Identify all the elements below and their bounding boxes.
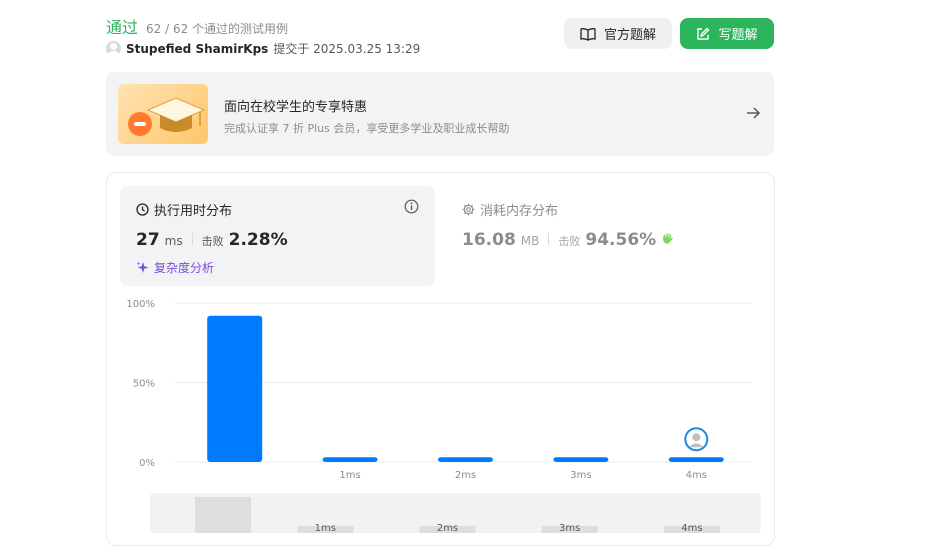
divider [191,233,193,245]
sparkle-icon [136,261,149,273]
runtime-tab-label: 执行用时分布 [154,204,233,219]
chart-overview-scrollbar[interactable]: 1ms 2ms 3ms 4ms [150,493,761,534]
status-title: 通过 [106,18,139,37]
runtime-beat-label: 击败 [201,235,224,248]
runtime-tab-header: 执行用时分布 [136,200,232,219]
runtime-distribution-chart[interactable]: 0% 50% 100% 1ms 2ms 3ms 4ms [107,291,775,491]
complexity-analysis-link[interactable]: 复杂度分析 [136,259,214,276]
runtime-beat-percent: 2.28% [228,230,288,250]
avatar[interactable] [106,41,121,56]
memory-unit: MB [520,234,540,248]
submission-status: 通过 62 / 62 个通过的测试用例 [106,14,288,38]
chart-y-axis: 0% 50% 100% [126,299,155,469]
book-icon [580,27,596,41]
memory-tab-header: 消耗内存分布 [462,200,558,219]
avatar-head [692,433,701,442]
overview-window-handle[interactable] [195,497,251,533]
memory-beat-percent: 94.56% [585,230,657,250]
x-tick-label: 3ms [570,470,591,481]
x-tick-label: 4ms [686,470,707,481]
official-solution-label: 官方题解 [603,28,656,43]
memory-beat-label: 击败 [558,235,581,248]
x-tick-label: 2ms [455,470,476,481]
info-icon[interactable] [404,199,419,214]
promo-subtitle: 完成认证享 7 折 Plus 会员，享受更多学业及职业成长帮助 [224,122,510,135]
memory-metrics: 16.08 MB 击败 94.56% [462,230,675,250]
y-tick-label: 100% [126,299,155,310]
runtime-value: 27 [136,230,160,250]
submit-time: 提交于 2025.03.25 13:29 [273,42,421,56]
overview-tick-label: 4ms [681,523,702,533]
y-tick-label: 50% [133,379,155,390]
overview-tick-label: 2ms [437,523,458,533]
write-solution-label: 写题解 [718,28,758,43]
clap-hands-icon [663,233,674,244]
tab-memory-distribution[interactable]: 消耗内存分布 16.08 MB 击败 94.56% [462,186,762,286]
runtime-unit: ms [164,234,183,248]
overview-tick-label: 1ms [315,523,336,533]
chart-bar[interactable] [438,457,493,462]
tab-runtime-distribution[interactable]: 执行用时分布 27 ms 击败 2.28% 复杂度分析 [120,186,435,286]
arrow-right-icon[interactable] [744,104,762,122]
chart-bars [207,315,724,462]
username-link[interactable]: Stupefied ShamirKps [126,42,268,56]
write-solution-button[interactable]: 写题解 [680,18,774,49]
clock-icon [136,203,149,216]
overview-tick-label: 3ms [559,523,580,533]
chart-bar[interactable] [553,457,609,462]
chart-x-axis: 1ms 2ms 3ms 4ms [339,470,707,481]
chart-bar[interactable] [322,457,378,462]
divider [548,233,550,245]
submission-meta: Stupefied ShamirKps 提交于 2025.03.25 13:29 [106,40,420,57]
edit-icon [697,27,710,40]
performance-card: 执行用时分布 27 ms 击败 2.28% 复杂度分析 消耗内存分布 16.08… [106,172,775,546]
test-cases-count: 62 / 62 个通过的测试用例 [146,22,289,36]
student-promo-banner[interactable]: 面向在校学生的专享特惠 完成认证享 7 折 Plus 会员，享受更多学业及职业成… [106,72,774,156]
official-solution-button[interactable]: 官方题解 [564,18,672,49]
your-submission-marker[interactable] [684,427,709,452]
complexity-analysis-label: 复杂度分析 [154,261,215,275]
promo-title: 面向在校学生的专享特惠 [224,100,368,115]
memory-value: 16.08 [462,230,516,250]
graduation-cap-image [118,84,208,144]
x-tick-label: 1ms [339,470,360,481]
y-tick-label: 0% [139,458,155,469]
memory-tab-label: 消耗内存分布 [480,204,559,219]
chart-bar[interactable] [668,457,724,462]
runtime-metrics: 27 ms 击败 2.28% [136,230,288,250]
chart-bar[interactable] [207,315,263,462]
chip-icon [462,203,475,216]
